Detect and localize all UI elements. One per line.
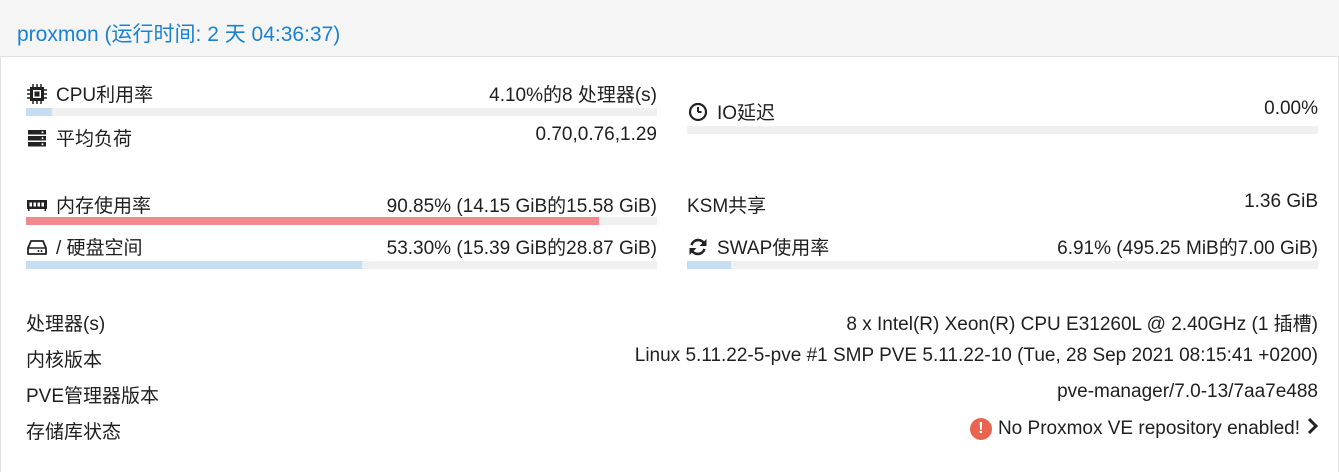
load-average-stat: 平均负荷 0.70,0.76,1.29: [26, 124, 657, 164]
memory-usage-value: 90.85% (14.15 GiB的15.58 GiB): [386, 196, 657, 217]
info-row-cpu-model: 处理器(s) 8 x Intel(R) Xeon(R) CPU E31260L …: [26, 309, 1318, 335]
cpu-usage-bar-fill: [26, 108, 52, 116]
info-key: PVE管理器版本: [26, 386, 160, 407]
memory-usage-bar-fill: [26, 217, 600, 225]
ksm-sharing-label: KSM共享: [687, 196, 767, 217]
memory-usage-bar: [26, 217, 657, 225]
info-row-repository-status[interactable]: 存储库状态 ! No Proxmox VE repository enabled…: [26, 417, 1319, 443]
io-delay-stat: IO延迟 0.00%: [687, 98, 1318, 138]
repository-status-link[interactable]: ! No Proxmox VE repository enabled!: [969, 417, 1319, 441]
cpu-usage-value: 4.10%的8 处理器(s): [489, 85, 657, 106]
info-row-kernel-version: 内核版本 Linux 5.11.22-5-pve #1 SMP PVE 5.11…: [26, 345, 1318, 371]
info-key: 处理器(s): [26, 314, 106, 335]
refresh-icon: [687, 236, 709, 258]
chevron-right-icon[interactable]: [1306, 417, 1319, 441]
load-average-label: 平均负荷: [56, 129, 133, 150]
info-key: 存储库状态: [26, 422, 122, 443]
swap-usage-value: 6.91% (495.25 MiB的7.00 GiB): [1057, 238, 1318, 259]
cpu-usage-label: CPU利用率: [56, 85, 154, 106]
clock-icon: [687, 101, 709, 123]
memory-usage-label: 内存使用率: [56, 196, 152, 217]
root-disk-stat: / 硬盘空间 53.30% (15.39 GiB的28.87 GiB): [26, 233, 657, 273]
swap-usage-label: SWAP使用率: [717, 238, 830, 259]
memory-usage-stat: 内存使用率 90.85% (14.15 GiB的15.58 GiB): [26, 191, 657, 231]
root-disk-bar: [26, 261, 657, 269]
panel-header: proxmon (运行时间: 2 天 04:36:37): [0, 0, 1339, 57]
io-delay-label: IO延迟: [717, 103, 776, 124]
cpu-usage-bar: [26, 108, 657, 116]
ksm-sharing-stat: KSM共享 1.36 GiB: [687, 191, 1318, 231]
info-value: pve-manager/7.0-13/7aa7e488: [1057, 381, 1318, 402]
server-icon: [26, 127, 48, 149]
info-value: 8 x Intel(R) Xeon(R) CPU E31260L @ 2.40G…: [846, 314, 1318, 335]
repository-status-value[interactable]: No Proxmox VE repository enabled!: [998, 418, 1300, 440]
node-title: proxmon (运行时间: 2 天 04:36:37): [17, 23, 341, 46]
swap-usage-stat: SWAP使用率 6.91% (495.25 MiB的7.00 GiB): [687, 233, 1318, 273]
info-row-pve-manager-version: PVE管理器版本 pve-manager/7.0-13/7aa7e488: [26, 381, 1318, 407]
root-disk-bar-fill: [26, 261, 363, 269]
info-value: Linux 5.11.22-5-pve #1 SMP PVE 5.11.22-1…: [634, 345, 1318, 366]
root-disk-value: 53.30% (15.39 GiB的28.87 GiB): [386, 238, 657, 259]
root-disk-label: / 硬盘空间: [56, 238, 143, 259]
info-key: 内核版本: [26, 350, 103, 371]
hdd-icon: [26, 236, 48, 258]
memory-icon: [26, 194, 48, 216]
cpu-usage-stat: CPU利用率 4.10%的8 处理器(s): [26, 80, 657, 120]
exclamation-circle-icon: !: [969, 418, 992, 440]
swap-usage-bar: [687, 261, 1318, 269]
ksm-sharing-value: 1.36 GiB: [1244, 191, 1318, 212]
load-average-value: 0.70,0.76,1.29: [535, 124, 658, 145]
cpu-icon: [26, 83, 48, 105]
io-delay-value: 0.00%: [1264, 98, 1318, 119]
io-delay-bar: [687, 126, 1318, 134]
swap-usage-bar-fill: [687, 261, 731, 269]
